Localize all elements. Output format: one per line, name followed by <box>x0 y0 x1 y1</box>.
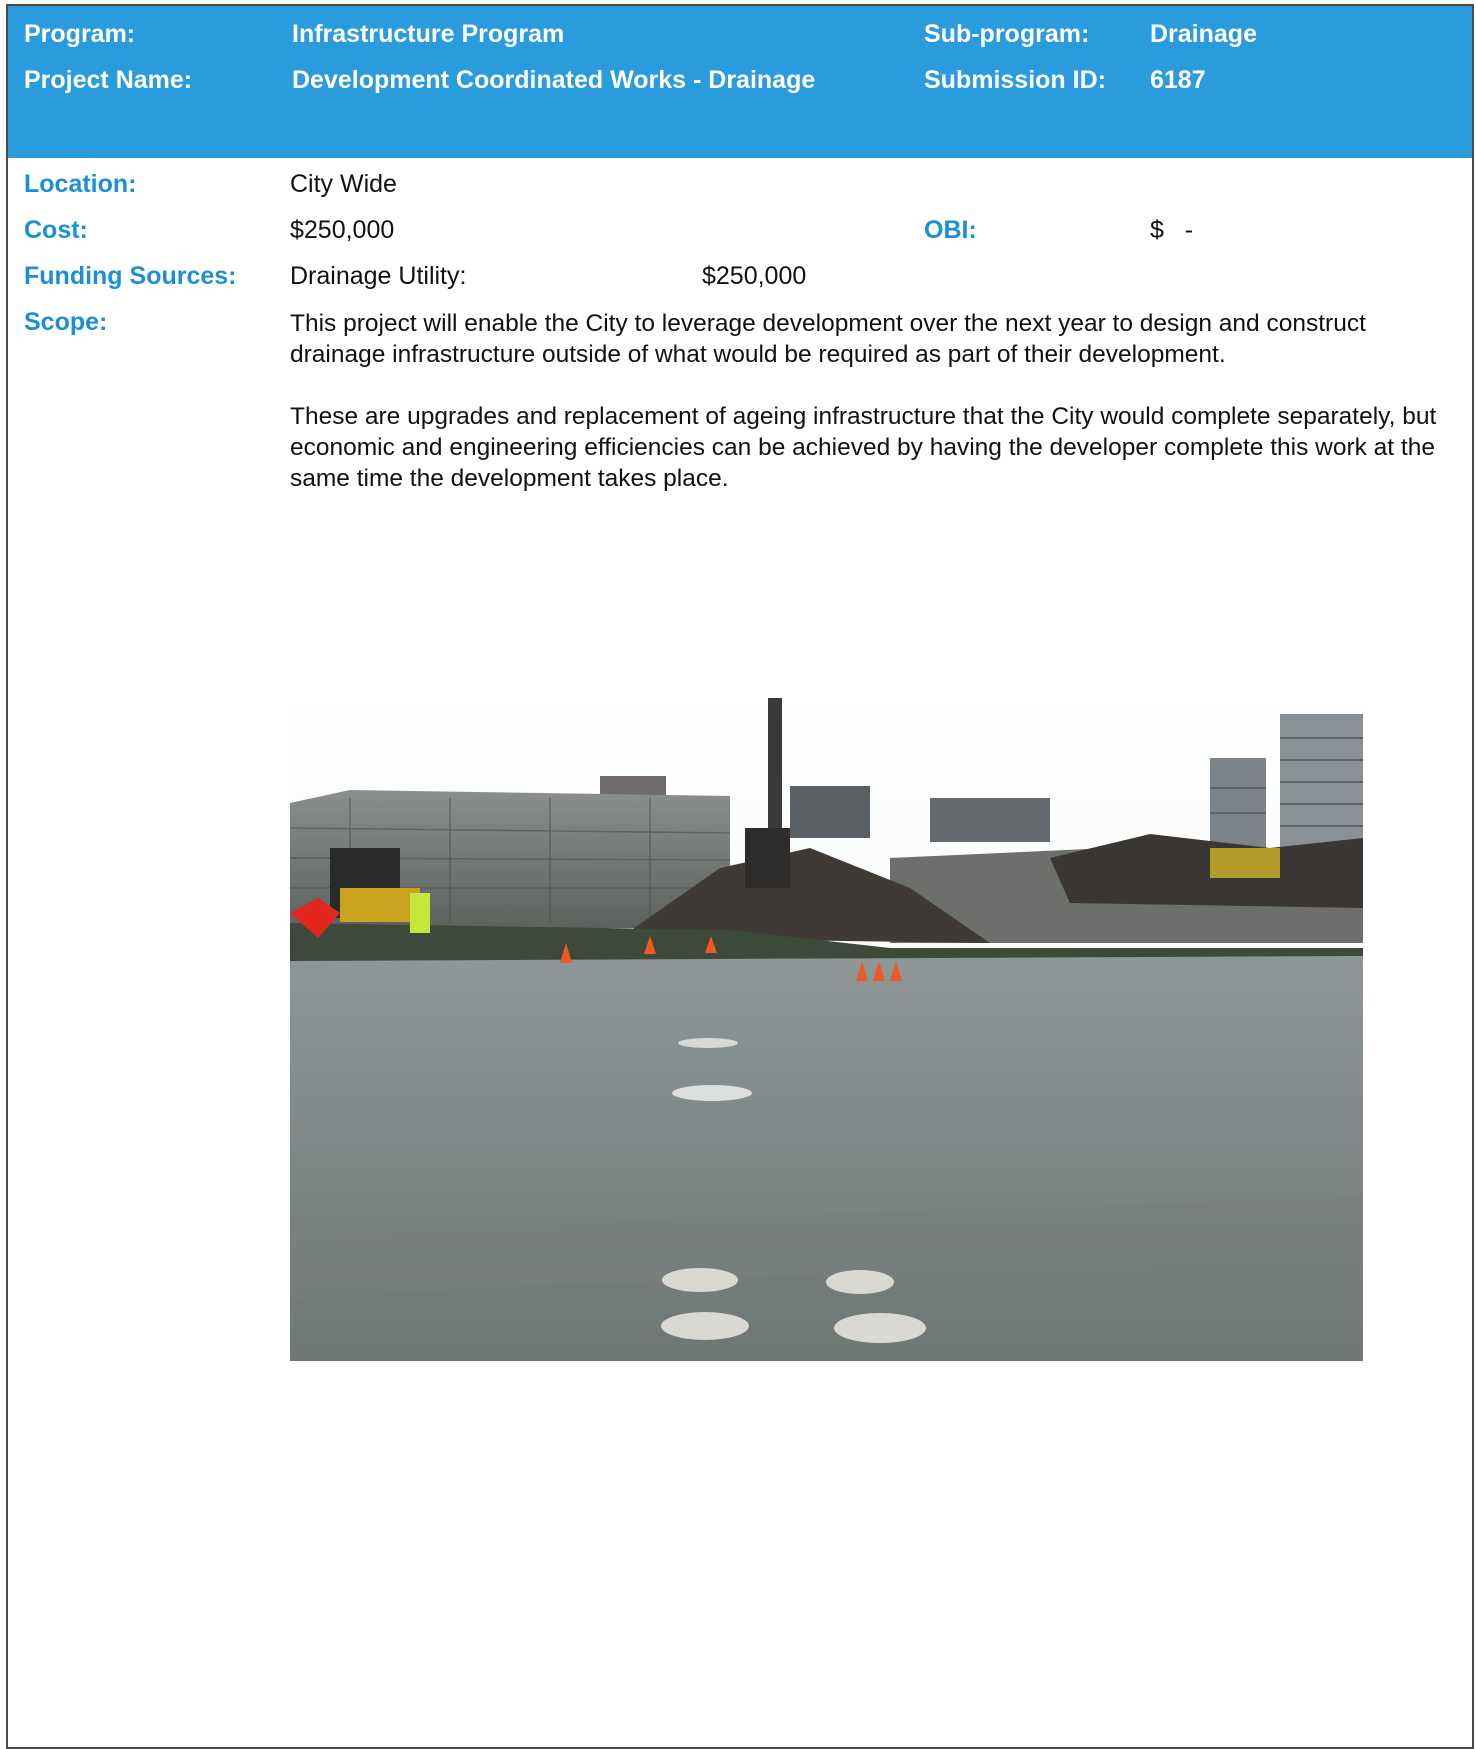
obi-value: $ - <box>1150 216 1194 244</box>
subprogram-value: Drainage <box>1150 20 1257 48</box>
subprogram-label: Sub-program: <box>924 20 1090 48</box>
construction-site-photo <box>290 698 1363 1361</box>
program-value: Infrastructure Program <box>292 20 565 48</box>
funding-source-name: Drainage Utility: <box>290 262 467 290</box>
header-band: Program: Infrastructure Program Sub-prog… <box>8 6 1472 158</box>
project-name-value: Development Coordinated Works - Drainage <box>292 66 816 94</box>
location-value: City Wide <box>290 170 397 198</box>
submission-id-value: 6187 <box>1150 66 1206 94</box>
submission-id-label: Submission ID: <box>924 66 1106 94</box>
cost-value: $250,000 <box>290 216 395 244</box>
funding-source-amount: $250,000 <box>702 262 807 290</box>
scope-paragraph-1: This project will enable the City to lev… <box>290 310 1366 368</box>
location-label: Location: <box>24 170 137 198</box>
obi-label: OBI: <box>924 216 977 244</box>
scope-paragraph-2: These are upgrades and replacement of ag… <box>290 403 1437 492</box>
cost-label: Cost: <box>24 216 88 244</box>
project-name-label: Project Name: <box>24 66 193 94</box>
funding-sources-label: Funding Sources: <box>24 262 237 290</box>
project-sheet: Program: Infrastructure Program Sub-prog… <box>6 4 1474 1749</box>
scope-label: Scope: <box>24 308 108 336</box>
program-label: Program: <box>24 20 136 48</box>
